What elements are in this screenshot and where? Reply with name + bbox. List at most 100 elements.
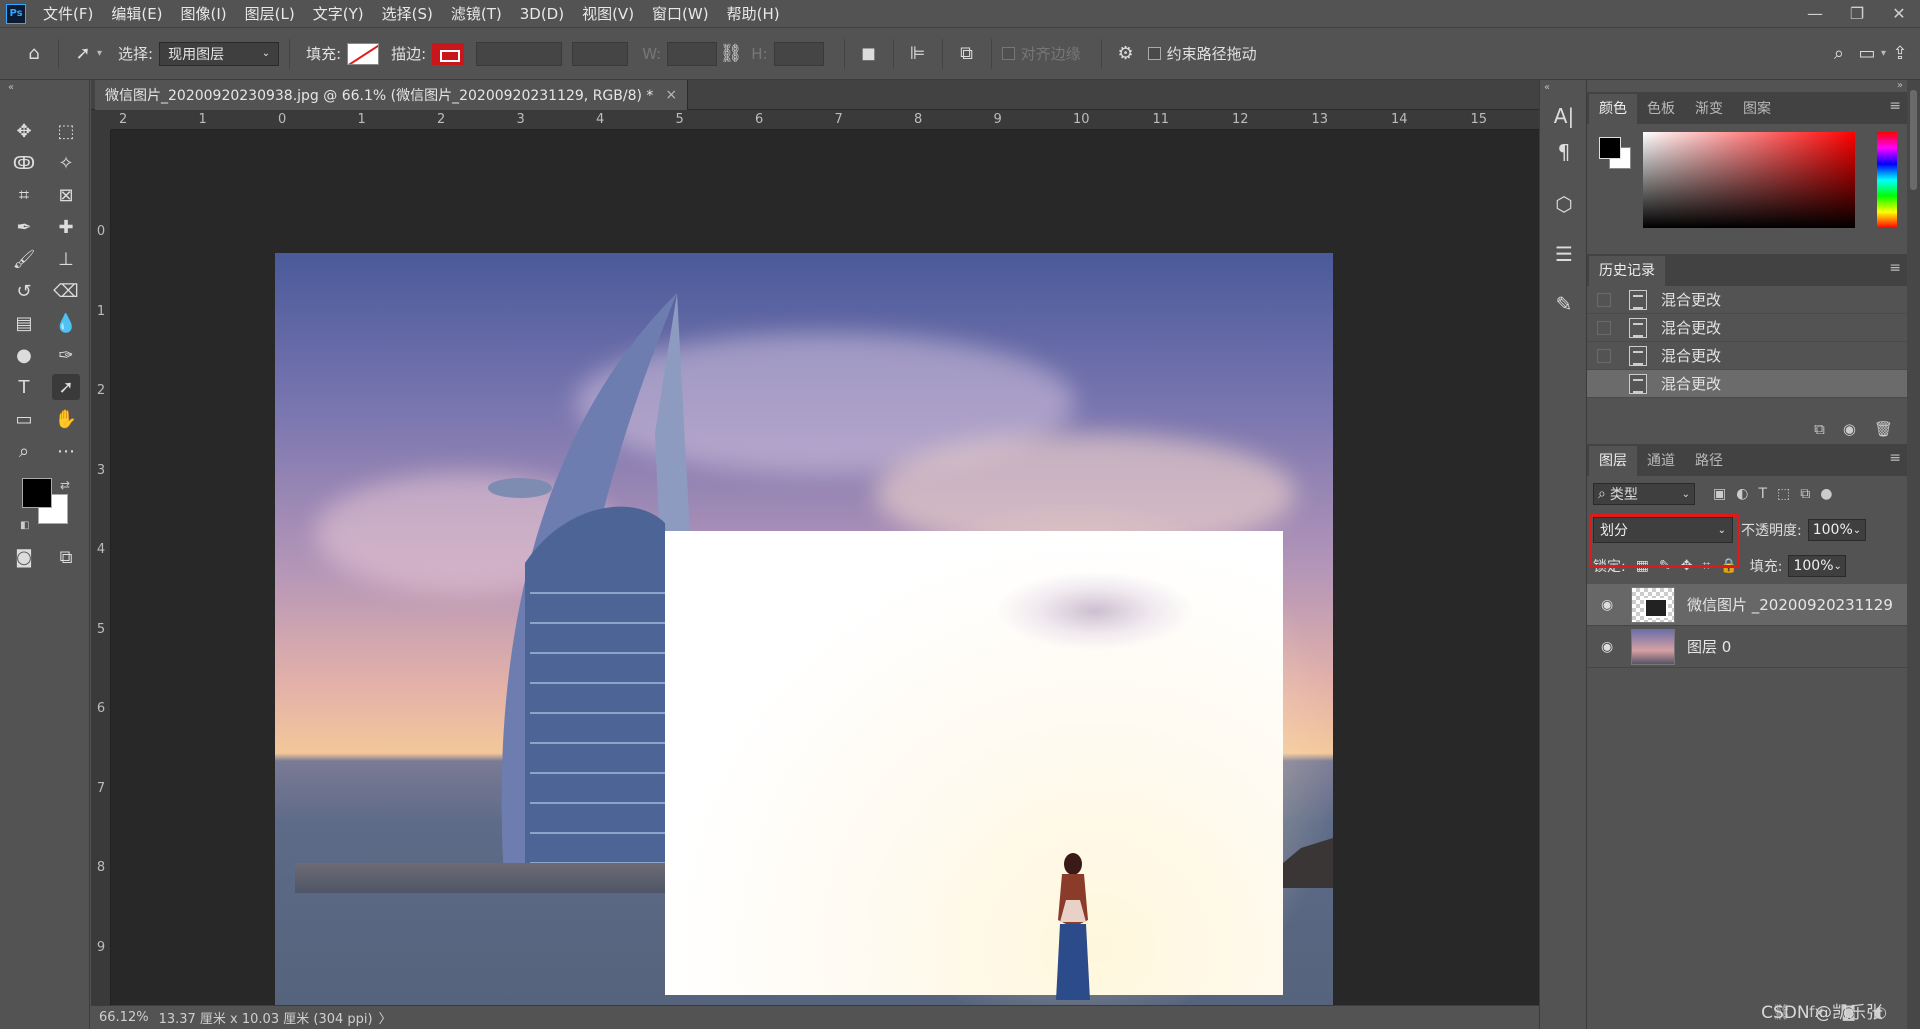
width-field[interactable] [667,41,718,66]
3d-panel-icon[interactable]: ⬡ [1550,190,1578,218]
opacity-field[interactable]: 100% ⌄ [1807,519,1866,541]
panel-menu-icon[interactable]: ≡ [1889,260,1901,276]
history-snapshot-checkbox[interactable] [1597,376,1611,391]
minimize-button[interactable]: — [1794,4,1836,23]
paragraph-panel-icon[interactable]: ¶ [1550,138,1578,166]
blur-tool-icon[interactable]: 💧 [52,310,80,336]
scrollbar-thumb[interactable] [1910,90,1917,190]
history-item[interactable]: 混合更改 [1587,286,1907,314]
layer-thumbnail[interactable] [1631,586,1675,623]
more-tools-icon[interactable]: ⋯ [52,438,80,464]
tab-channels[interactable]: 通道 [1637,446,1685,476]
marquee-tool-icon[interactable]: ⬚ [52,118,80,144]
smart-object-filter-icon[interactable]: ⧉ [1800,486,1810,502]
healing-brush-tool-icon[interactable]: ✚ [52,214,80,240]
layer-row[interactable]: ◉ 图层 0 [1587,626,1907,668]
document-tab[interactable]: 微信图片_20200920230938.jpg @ 66.1% (微信图片_20… [95,80,689,110]
home-icon[interactable]: ⌂ [20,40,48,68]
collapse-icon[interactable]: « [8,82,14,93]
foreground-color-swatch[interactable] [1599,137,1621,159]
color-picker-field[interactable] [1643,132,1855,228]
path-arrangement-icon[interactable]: ⧉ [953,40,981,68]
stroke-width-field[interactable] [476,41,563,66]
vertical-ruler[interactable]: 01234567891 0 [91,130,111,1005]
lasso-tool-icon[interactable]: ↂ [10,150,38,176]
brush-tool-icon[interactable]: 🖌 [10,246,38,272]
align-edges-checkbox[interactable] [1001,47,1015,60]
character-panel-icon[interactable]: A| [1550,102,1578,130]
pixel-layer-filter-icon[interactable]: ▣ [1713,486,1726,502]
menu-filter[interactable]: 滤镜(T) [442,0,511,28]
history-item[interactable]: 混合更改 [1587,342,1907,370]
clone-stamp-tool-icon[interactable]: ⊥ [52,246,80,272]
panel-menu-icon[interactable]: ≡ [1889,450,1901,466]
eye-icon[interactable]: ◉ [1601,639,1619,655]
stroke-type-dropdown[interactable] [572,41,629,66]
layer-name[interactable]: 图层 0 [1687,636,1731,657]
menu-image[interactable]: 图像(I) [172,0,236,28]
shape-layer-filter-icon[interactable]: ⬚ [1777,486,1790,502]
close-window-button[interactable]: ✕ [1878,4,1920,23]
brush-settings-icon[interactable]: ✎ [1550,290,1578,318]
workspace-icon[interactable]: ▭ [1853,40,1881,68]
history-item[interactable]: 混合更改 [1587,370,1907,398]
hand-tool-icon[interactable]: ✋ [52,406,80,432]
tab-swatches[interactable]: 色板 [1637,94,1685,124]
camera-icon[interactable]: ◉ [1843,420,1856,438]
link-icon[interactable]: ⛓ [717,40,745,68]
menu-select[interactable]: 选择(S) [373,0,442,28]
collapse-icon[interactable]: « [1544,82,1550,93]
constrain-path-checkbox[interactable] [1147,47,1161,60]
share-icon[interactable]: ⇪ [1886,40,1914,68]
foreground-color-swatch[interactable] [22,478,52,508]
path-alignment-icon[interactable]: ⊫ [904,40,932,68]
history-snapshot-checkbox[interactable] [1597,292,1611,307]
select-dropdown[interactable]: 现用图层 ⌄ [159,41,280,66]
dodge-tool-icon[interactable]: ● [10,342,38,368]
gear-icon[interactable]: ⚙ [1112,40,1140,68]
eraser-tool-icon[interactable]: ⌫ [52,278,80,304]
horizontal-ruler[interactable]: 2 1 0 1 2 3 4 5 6 7 8 9 10 11 12 13 14 15 [111,110,1539,130]
zoom-level[interactable]: 66.12% [99,1010,159,1025]
gradient-tool-icon[interactable]: ▤ [10,310,38,336]
panel-menu-icon[interactable]: ≡ [1889,98,1901,114]
tab-layers[interactable]: 图层 [1589,446,1637,476]
layer-thumbnail[interactable] [1631,628,1675,665]
layer-name[interactable]: 微信图片 _20200920231129 [1687,594,1893,615]
properties-panel-icon[interactable]: ☰ [1550,240,1578,268]
path-selection-tool-icon[interactable]: ➚ [69,40,97,68]
eyedropper-tool-icon[interactable]: ✒ [10,214,38,240]
history-item[interactable]: 混合更改 [1587,314,1907,342]
tab-gradients[interactable]: 渐变 [1685,94,1733,124]
status-arrow-icon[interactable]: 〉 [379,1008,392,1027]
type-tool-icon[interactable]: T [10,374,38,400]
menu-layer[interactable]: 图层(L) [236,0,304,28]
crop-tool-icon[interactable]: ⌗ [10,182,38,208]
tab-patterns[interactable]: 图案 [1733,94,1781,124]
menu-file[interactable]: 文件(F) [34,0,102,28]
layer-filter-dropdown[interactable]: ⌕ 类型 ⌄ [1593,483,1695,505]
filter-toggle-icon[interactable]: ● [1820,486,1832,502]
menu-view[interactable]: 视图(V) [573,0,643,28]
adjustment-layer-filter-icon[interactable]: ◐ [1736,486,1748,502]
canvas[interactable]: »✕ ⧉ [111,130,1539,1005]
layer-row[interactable]: ◉ 微信图片 _20200920231129 [1587,584,1907,626]
restore-button[interactable]: ❐ [1836,4,1878,23]
height-field[interactable] [773,41,824,66]
default-colors-icon[interactable]: ◧ [20,520,29,531]
fill-swatch[interactable] [347,42,380,65]
tab-paths[interactable]: 路径 [1685,446,1733,476]
frame-tool-icon[interactable]: ⊠ [52,182,80,208]
history-snapshot-checkbox[interactable] [1597,348,1611,363]
tab-color[interactable]: 颜色 [1589,94,1637,124]
menu-help[interactable]: 帮助(H) [718,0,789,28]
screen-mode-icon[interactable]: ⧉ [52,544,80,570]
magic-wand-tool-icon[interactable]: ✧ [52,150,80,176]
close-tab-icon[interactable]: × [665,87,677,103]
menu-type[interactable]: 文字(Y) [304,0,373,28]
tab-history[interactable]: 历史记录 [1589,256,1665,286]
stroke-swatch[interactable] [432,42,465,65]
swap-colors-icon[interactable]: ⇄ [60,478,70,492]
path-operations-icon[interactable]: ◼ [855,40,883,68]
pen-tool-icon[interactable]: ✑ [52,342,80,368]
